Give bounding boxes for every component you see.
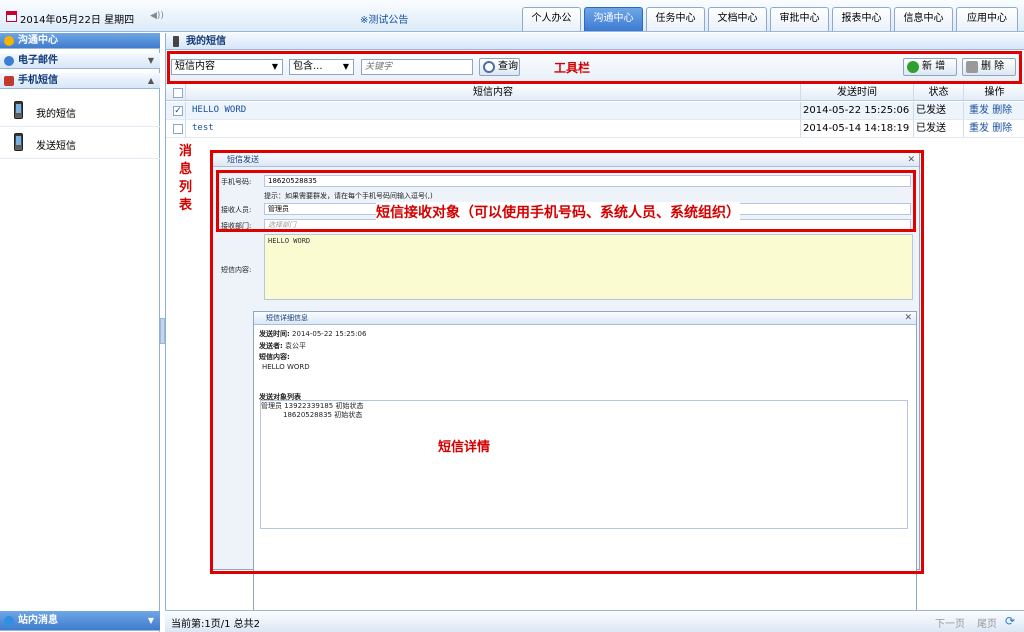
col-content[interactable]: 短信内容: [186, 84, 801, 100]
notice-link[interactable]: ※测试公告: [360, 11, 408, 26]
sidebar-section-internal-msg[interactable]: 站内消息 ▼: [0, 611, 160, 631]
col-time[interactable]: 发送时间: [801, 84, 914, 100]
table-header: 短信内容 发送时间 状态 操作: [166, 83, 1024, 101]
paging-bar: 当前第:1页/1 总共2 下一页 尾页 ⟳: [165, 610, 1024, 632]
mail-icon: [4, 56, 14, 66]
chevron-down-icon: ▼: [147, 616, 154, 625]
tab-info[interactable]: 信息中心: [894, 7, 953, 31]
row-time: 2014-05-14 14:18:19: [801, 120, 914, 137]
sidebar-item-send-sms[interactable]: 发送短信: [0, 127, 160, 159]
sidebar-section-sms[interactable]: 手机短信 ▲: [0, 73, 160, 89]
mobile-icon: [4, 76, 14, 86]
row-content[interactable]: HELLO WORD: [186, 102, 801, 119]
refresh-icon[interactable]: ⟳: [1005, 614, 1015, 628]
sidebar-item-label: 我的短信: [36, 109, 76, 120]
row-status: 已发送: [914, 102, 964, 119]
chevron-up-icon: ▲: [147, 76, 154, 85]
sidebar-section-label: 电子邮件: [18, 55, 58, 66]
row-content[interactable]: test: [186, 120, 801, 137]
tab-reports[interactable]: 报表中心: [832, 7, 891, 31]
col-status[interactable]: 状态: [914, 84, 964, 100]
row-checkbox[interactable]: ✓: [173, 106, 183, 116]
sidebar-section-label: 手机短信: [18, 75, 58, 86]
resend-link[interactable]: 重发: [969, 105, 989, 116]
chat-icon: [4, 36, 14, 46]
paging-info: 当前第:1页/1 总共2: [171, 619, 261, 630]
sidebar-header[interactable]: 沟通中心: [0, 33, 160, 49]
sidebar-item-my-sms[interactable]: 我的短信: [0, 95, 160, 127]
sidebar: 沟通中心 电子邮件 ▼ 手机短信 ▲ 我的短信 发送短信 站内消息 ▼: [0, 33, 160, 632]
phone-icon: [14, 101, 23, 119]
tab-tasks[interactable]: 任务中心: [646, 7, 705, 31]
tab-approval[interactable]: 审批中心: [770, 7, 829, 31]
row-actions: 重发 删除: [964, 120, 1024, 137]
last-page-button[interactable]: 尾页: [977, 615, 997, 630]
sidebar-item-label: 发送短信: [36, 141, 76, 152]
phone-icon: [173, 36, 179, 47]
list-highlight: [210, 150, 924, 574]
tab-documents[interactable]: 文档中心: [708, 7, 767, 31]
sidebar-section-label: 站内消息: [18, 615, 58, 626]
toolbar-highlight: [167, 51, 1022, 84]
row-select-cell: ✓: [166, 102, 186, 119]
next-page-button[interactable]: 下一页: [935, 615, 965, 630]
resend-link[interactable]: 重发: [969, 123, 989, 134]
list-annotation: 消息列表: [179, 144, 193, 213]
select-all-cell: [166, 84, 186, 100]
top-bar: 2014年05月22日 星期四 ◀)) ※测试公告 个人办公 沟通中心 任务中心…: [0, 0, 1024, 32]
table-row[interactable]: ✓ HELLO WORD 2014-05-22 15:25:06 已发送 重发 …: [166, 102, 1024, 120]
phone-icon: [14, 133, 23, 151]
page-title-text: 我的短信: [186, 36, 226, 47]
tab-communication[interactable]: 沟通中心: [584, 7, 643, 31]
delete-link[interactable]: 删除: [992, 105, 1012, 116]
col-actions: 操作: [984, 87, 1005, 98]
current-date: 2014年05月22日 星期四: [20, 15, 135, 26]
tab-personal[interactable]: 个人办公: [522, 7, 581, 31]
delete-link[interactable]: 删除: [992, 123, 1012, 134]
row-actions: 重发 删除: [964, 102, 1024, 119]
sidebar-section-email[interactable]: 电子邮件 ▼: [0, 53, 160, 69]
message-icon: [4, 616, 14, 626]
tab-apps[interactable]: 应用中心: [956, 7, 1018, 31]
row-status: 已发送: [914, 120, 964, 137]
row-select-cell: [166, 120, 186, 137]
calendar-icon: [6, 11, 17, 22]
speaker-icon: ◀)): [150, 11, 164, 21]
page-title: 我的短信: [166, 33, 1024, 50]
chevron-down-icon: ▼: [147, 56, 154, 65]
select-all-checkbox[interactable]: [173, 88, 183, 98]
row-checkbox[interactable]: [173, 124, 183, 134]
sidebar-header-label: 沟通中心: [18, 35, 58, 46]
row-time: 2014-05-22 15:25:06: [801, 102, 914, 119]
table-row[interactable]: test 2014-05-14 14:18:19 已发送 重发 删除: [166, 120, 1024, 138]
